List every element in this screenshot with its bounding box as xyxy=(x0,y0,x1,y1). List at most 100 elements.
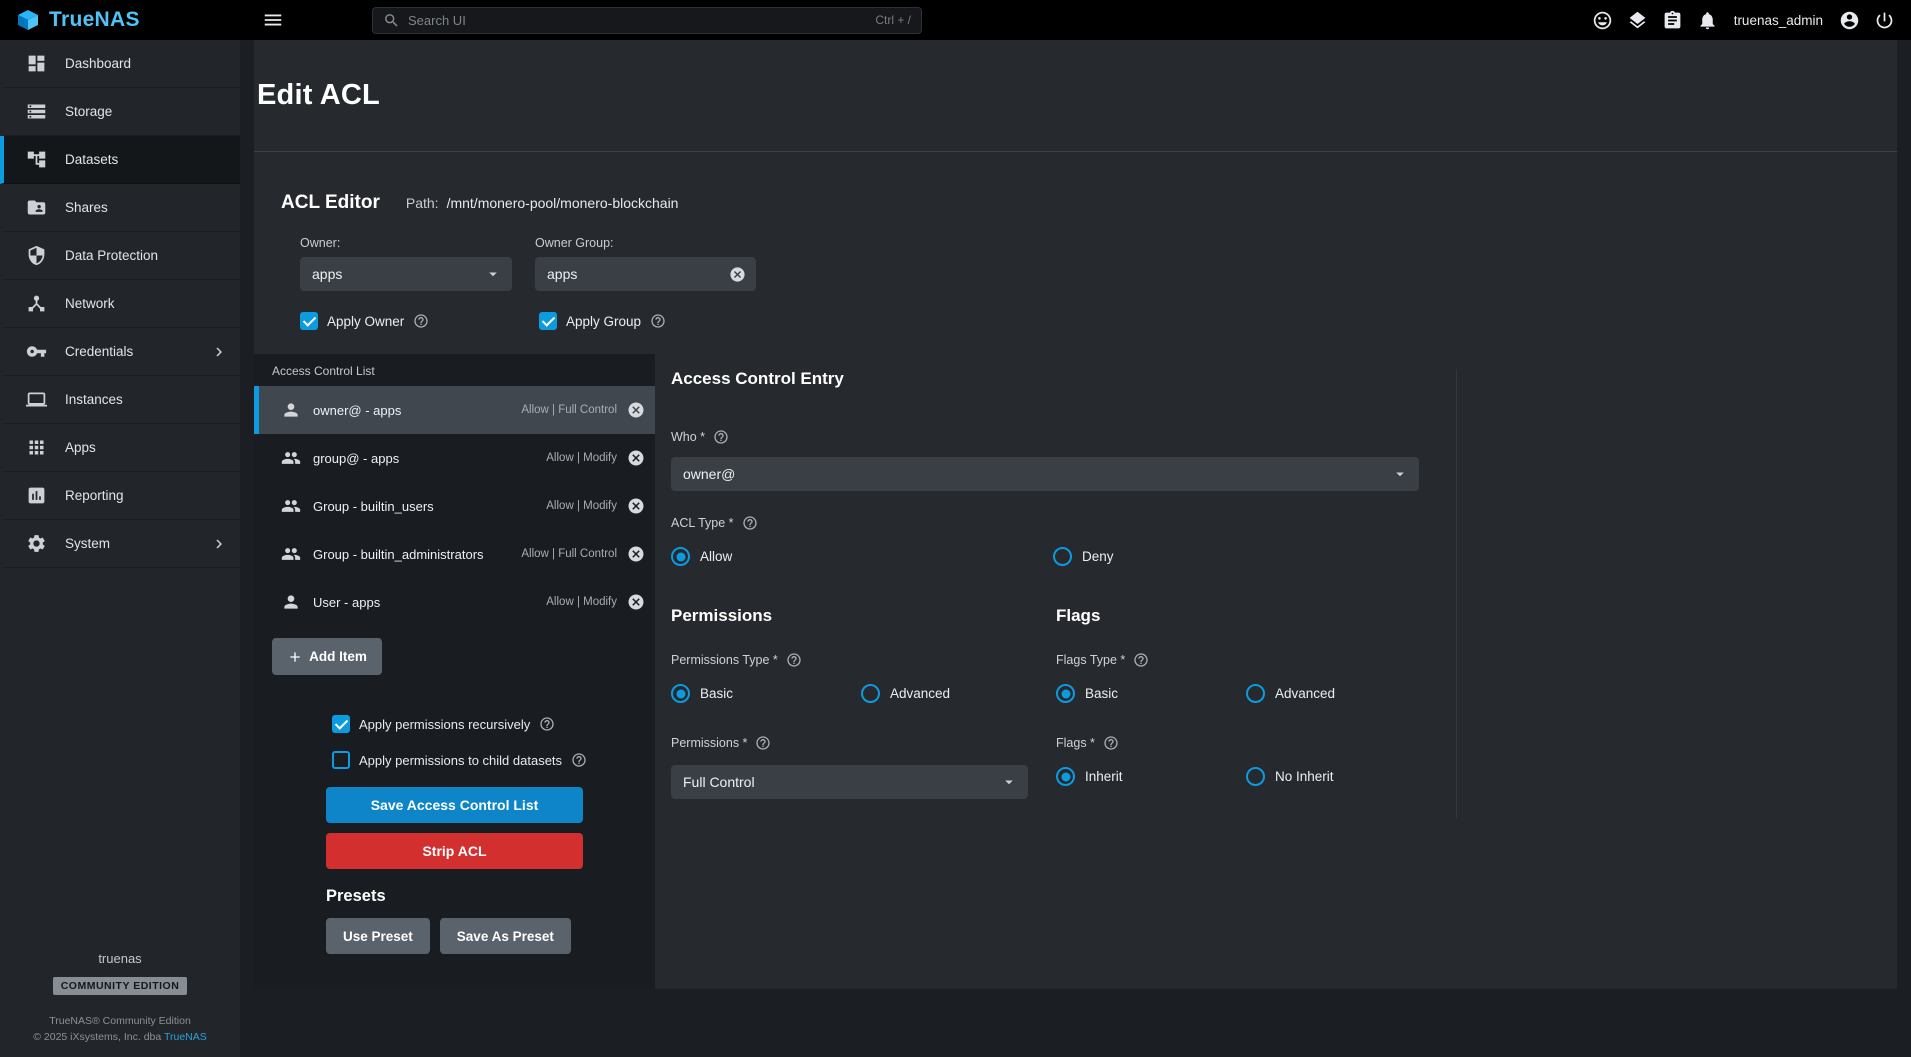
sidebar-item-dashboard[interactable]: Dashboard xyxy=(0,40,240,88)
layers-icon xyxy=(1627,10,1648,31)
help-icon[interactable] xyxy=(1103,735,1119,751)
dropdown-caret-icon xyxy=(484,265,502,283)
help-icon[interactable] xyxy=(413,313,429,329)
acl-type-label-row: ACL Type * xyxy=(671,515,1456,531)
gear-icon xyxy=(26,533,47,554)
selected-indicator xyxy=(254,386,259,434)
sidebar-item-label: Credentials xyxy=(65,344,133,359)
feedback-button[interactable] xyxy=(1592,10,1613,31)
deny-radio[interactable] xyxy=(1053,547,1072,566)
allow-radio[interactable] xyxy=(671,547,690,566)
power-button[interactable] xyxy=(1874,10,1895,31)
sidebar-item-label: Dashboard xyxy=(65,56,131,71)
help-icon[interactable] xyxy=(755,735,771,751)
truenas-logo[interactable]: TrueNAS xyxy=(0,8,240,32)
who-select[interactable]: owner@ xyxy=(671,457,1419,491)
remove-entry-button[interactable] xyxy=(627,545,645,563)
acl-entry-row[interactable]: Group - builtin_administrators Allow | F… xyxy=(254,530,655,578)
search-input[interactable] xyxy=(408,13,867,28)
help-icon[interactable] xyxy=(786,652,802,668)
help-icon[interactable] xyxy=(571,752,587,768)
selected-indicator xyxy=(254,530,259,578)
sidebar-item-label: Apps xyxy=(65,440,96,455)
permissions-basic-option: Basic xyxy=(671,684,861,703)
logo-text: TrueNAS xyxy=(49,8,140,32)
help-icon[interactable] xyxy=(742,515,758,531)
truenas-logo-icon xyxy=(16,8,40,32)
remove-entry-button[interactable] xyxy=(627,593,645,611)
network-hub-icon xyxy=(26,293,47,314)
sidebar-item-apps[interactable]: Apps xyxy=(0,424,240,472)
strip-acl-button[interactable]: Strip ACL xyxy=(326,833,583,869)
menu-toggle-button[interactable] xyxy=(262,9,284,31)
search-icon xyxy=(383,12,400,29)
user-menu-button[interactable] xyxy=(1839,10,1860,31)
permissions-label: Permissions * xyxy=(671,736,747,750)
sidebar-item-system[interactable]: System xyxy=(0,520,240,568)
sidebar-item-datasets[interactable]: Datasets xyxy=(0,136,240,184)
sidebar-item-credentials[interactable]: Credentials xyxy=(0,328,240,376)
product-line: TrueNAS® Community Edition xyxy=(0,1015,240,1027)
acl-entry-row[interactable]: owner@ - apps Allow | Full Control xyxy=(254,386,655,434)
acl-editor-header: ACL Editor Path: /mnt/monero-pool/monero… xyxy=(281,192,1897,214)
child-datasets-checkbox[interactable] xyxy=(332,751,350,769)
recursive-label: Apply permissions recursively xyxy=(359,717,530,732)
jobs-button[interactable] xyxy=(1627,10,1648,31)
sidebar-item-reporting[interactable]: Reporting xyxy=(0,472,240,520)
permissions-advanced-option: Advanced xyxy=(861,684,950,703)
help-icon[interactable] xyxy=(1133,652,1149,668)
alerts-button[interactable] xyxy=(1697,10,1718,31)
clear-owner-group-button[interactable] xyxy=(729,266,746,283)
help-icon[interactable] xyxy=(713,429,729,445)
permissions-select[interactable]: Full Control xyxy=(671,765,1028,799)
sidebar-item-network[interactable]: Network xyxy=(0,280,240,328)
plus-icon xyxy=(287,649,303,665)
acl-entry-row[interactable]: User - apps Allow | Modify xyxy=(254,578,655,626)
remove-entry-button[interactable] xyxy=(627,449,645,467)
edition-badge: COMMUNITY EDITION xyxy=(53,977,188,995)
sidebar-item-label: Shares xyxy=(65,200,108,215)
flags-advanced-radio[interactable] xyxy=(1246,684,1265,703)
tasks-button[interactable] xyxy=(1662,10,1683,31)
permissions-basic-radio[interactable] xyxy=(671,684,690,703)
acl-entry-row[interactable]: group@ - apps Allow | Modify xyxy=(254,434,655,482)
owner-group-label: Owner Group: xyxy=(535,236,756,250)
people-icon xyxy=(281,448,301,468)
owner-value: apps xyxy=(312,266,342,282)
entry-name: Group - builtin_users xyxy=(313,499,434,514)
recursive-checkbox[interactable] xyxy=(332,715,350,733)
acl-list-title: Access Control List xyxy=(254,354,655,386)
save-as-preset-button[interactable]: Save As Preset xyxy=(440,918,571,954)
apply-owner-checkbox[interactable] xyxy=(300,312,318,330)
help-icon[interactable] xyxy=(539,716,555,732)
flags-radio-group: Inherit No Inherit xyxy=(1056,767,1456,786)
sidebar-item-label: Datasets xyxy=(65,152,118,167)
sidebar-item-instances[interactable]: Instances xyxy=(0,376,240,424)
entry-permissions: Allow | Modify xyxy=(546,500,617,512)
who-label: Who * xyxy=(671,430,705,444)
owner-select[interactable]: apps xyxy=(300,257,512,291)
sidebar-item-shares[interactable]: Shares xyxy=(0,184,240,232)
acl-entry-row[interactable]: Group - builtin_users Allow | Modify xyxy=(254,482,655,530)
cancel-icon xyxy=(627,497,645,515)
no-inherit-radio[interactable] xyxy=(1246,767,1265,786)
help-icon[interactable] xyxy=(650,313,666,329)
permissions-label-row: Permissions * xyxy=(671,735,1056,751)
sidebar-item-data-protection[interactable]: Data Protection xyxy=(0,232,240,280)
sidebar-item-storage[interactable]: Storage xyxy=(0,88,240,136)
username[interactable]: truenas_admin xyxy=(1734,13,1823,28)
selected-indicator xyxy=(254,482,259,530)
permissions-advanced-radio[interactable] xyxy=(861,684,880,703)
inherit-radio[interactable] xyxy=(1056,767,1075,786)
dropdown-caret-icon xyxy=(1391,465,1409,483)
save-acl-button[interactable]: Save Access Control List xyxy=(326,787,583,823)
owner-group-input[interactable]: apps xyxy=(535,257,756,291)
remove-entry-button[interactable] xyxy=(627,401,645,419)
remove-entry-button[interactable] xyxy=(627,497,645,515)
truenas-link[interactable]: TrueNAS xyxy=(164,1031,207,1043)
use-preset-button[interactable]: Use Preset xyxy=(326,918,430,954)
apply-group-checkbox[interactable] xyxy=(539,312,557,330)
flags-basic-radio[interactable] xyxy=(1056,684,1075,703)
truenas-app: TrueNAS Ctrl + / xyxy=(0,0,1911,1057)
add-item-button[interactable]: Add Item xyxy=(272,638,382,675)
